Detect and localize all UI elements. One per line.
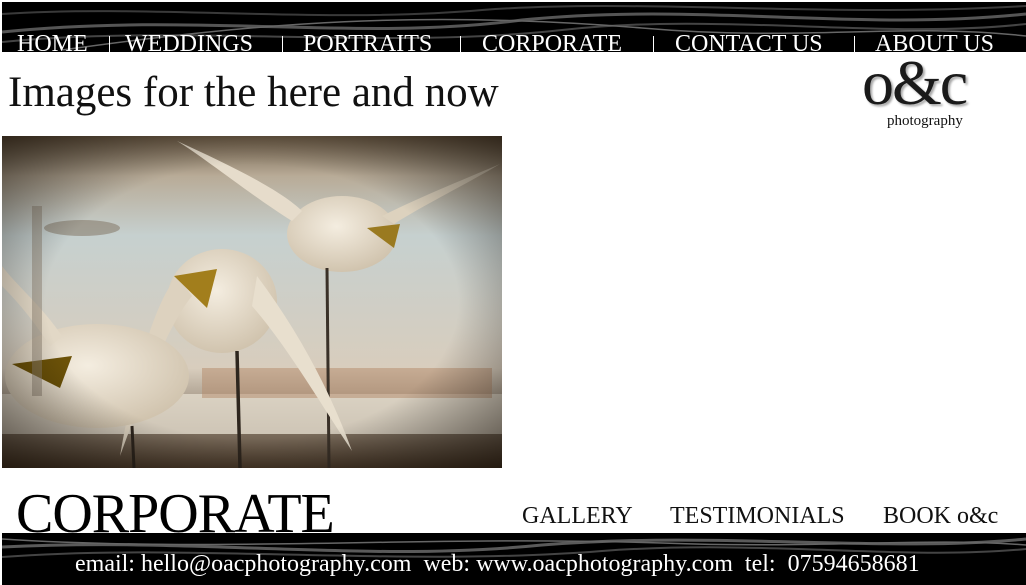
nav-separator	[282, 36, 283, 52]
footer-contact-info: email: hello@oacphotography.com web: www…	[75, 551, 920, 577]
nav-contact-us[interactable]: CONTACT US	[675, 31, 823, 52]
logo-subtitle: photography	[887, 113, 963, 129]
nav-home[interactable]: HOME	[17, 31, 88, 52]
book-link[interactable]: BOOK o&c	[883, 502, 998, 530]
footer-banner: email: hello@oacphotography.com web: www…	[2, 533, 1026, 585]
nav-weddings[interactable]: WEDDINGS	[125, 31, 253, 52]
logo[interactable]: o&c photography	[860, 48, 995, 134]
nav-separator	[854, 36, 855, 52]
top-banner: HOME WEDDINGS PORTRAITS CORPORATE CONTAC…	[2, 2, 1026, 52]
hero-photo	[2, 136, 502, 468]
seagull-figurines-image	[2, 136, 502, 468]
testimonials-link[interactable]: TESTIMONIALS	[670, 502, 845, 530]
tagline: Images for the here and now	[8, 69, 499, 116]
nav-separator	[653, 36, 654, 52]
gallery-link[interactable]: GALLERY	[522, 502, 633, 530]
nav-separator	[460, 36, 461, 52]
logo-wordmark: o&c	[862, 47, 968, 118]
nav-portraits[interactable]: PORTRAITS	[303, 31, 432, 52]
nav-corporate[interactable]: CORPORATE	[482, 31, 622, 52]
nav-separator	[109, 36, 110, 52]
